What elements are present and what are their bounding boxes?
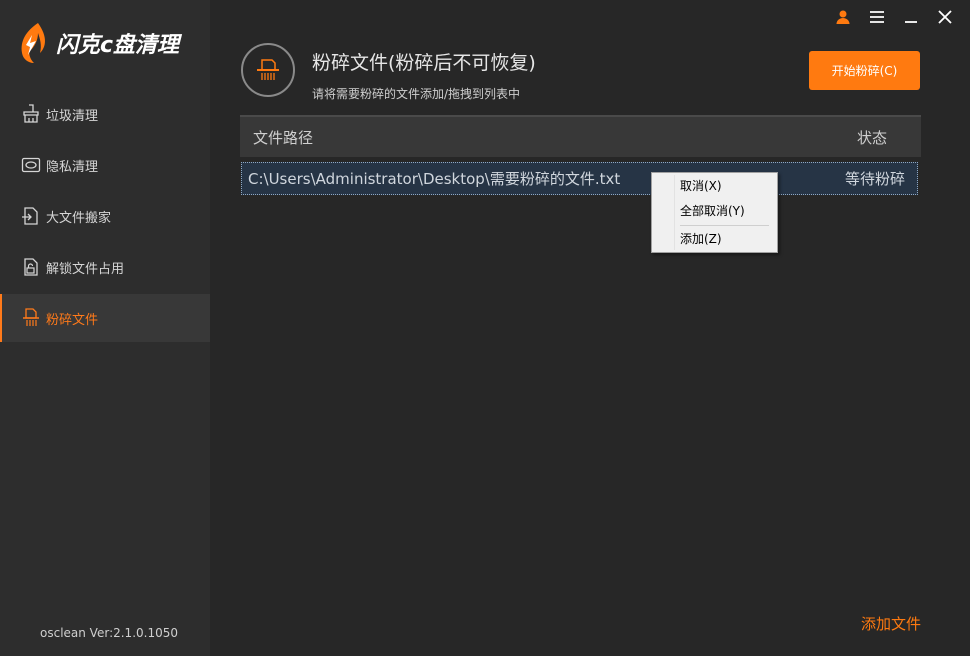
sidebar: 闪克c盘清理 垃圾清理 隐私清理 大文件搬家 解锁文件占用 粉碎文件 oscle… [0, 0, 210, 656]
user-icon[interactable] [826, 6, 860, 28]
sidebar-item-junk-clean[interactable]: 垃圾清理 [0, 90, 210, 138]
start-shred-button[interactable]: 开始粉碎(C) [809, 51, 920, 90]
sidebar-item-label: 垃圾清理 [46, 108, 99, 124]
sidebar-item-label: 解锁文件占用 [46, 261, 125, 277]
move-file-icon [20, 205, 42, 227]
unlock-file-icon [20, 256, 42, 278]
page-subtitle: 请将需要粉碎的文件添加/拖拽到列表中 [312, 87, 521, 101]
sidebar-nav: 垃圾清理 隐私清理 大文件搬家 解锁文件占用 粉碎文件 [0, 90, 210, 345]
column-header-path[interactable]: 文件路径 [253, 127, 313, 148]
file-table-header: 文件路径 状态 [240, 117, 921, 157]
context-menu-item-cancel-all[interactable]: 全部取消(Y) [680, 202, 745, 220]
table-row[interactable]: C:\Users\Administrator\Desktop\需要粉碎的文件.t… [241, 162, 918, 195]
sidebar-item-large-file-move[interactable]: 大文件搬家 [0, 192, 210, 240]
context-menu-item-add[interactable]: 添加(Z) [680, 230, 722, 248]
add-file-link[interactable]: 添加文件 [861, 613, 921, 634]
window-controls [826, 6, 962, 28]
close-icon[interactable] [928, 6, 962, 28]
shredder-icon [20, 307, 42, 329]
column-header-status[interactable]: 状态 [857, 127, 887, 148]
sidebar-item-privacy-clean[interactable]: 隐私清理 [0, 141, 210, 189]
sidebar-item-label: 粉碎文件 [46, 312, 99, 328]
context-menu-item-cancel[interactable]: 取消(X) [680, 177, 722, 195]
logo-flame-icon [21, 23, 45, 63]
context-menu-separator [680, 225, 769, 226]
shredder-header-icon [241, 43, 295, 97]
sidebar-item-unlock-file[interactable]: 解锁文件占用 [0, 243, 210, 291]
logo-text: 闪克c盘清理 [56, 33, 180, 58]
sidebar-item-label: 大文件搬家 [46, 210, 112, 226]
context-menu: 取消(X) 全部取消(Y) 添加(Z) [651, 172, 778, 253]
file-status-cell: 等待粉碎 [844, 170, 905, 188]
minimize-icon[interactable] [894, 6, 928, 28]
sidebar-item-label: 隐私清理 [46, 159, 99, 175]
app-logo: 闪克c盘清理 [16, 20, 179, 66]
version-label: osclean Ver:2.1.0.1050 [40, 626, 178, 640]
file-path-cell: C:\Users\Administrator\Desktop\需要粉碎的文件.t… [248, 170, 621, 188]
page-title: 粉碎文件(粉碎后不可恢复) [312, 52, 536, 74]
sidebar-item-shred-file[interactable]: 粉碎文件 [0, 294, 210, 342]
privacy-icon [20, 154, 42, 176]
menu-icon[interactable] [860, 6, 894, 28]
broom-icon [20, 103, 42, 125]
